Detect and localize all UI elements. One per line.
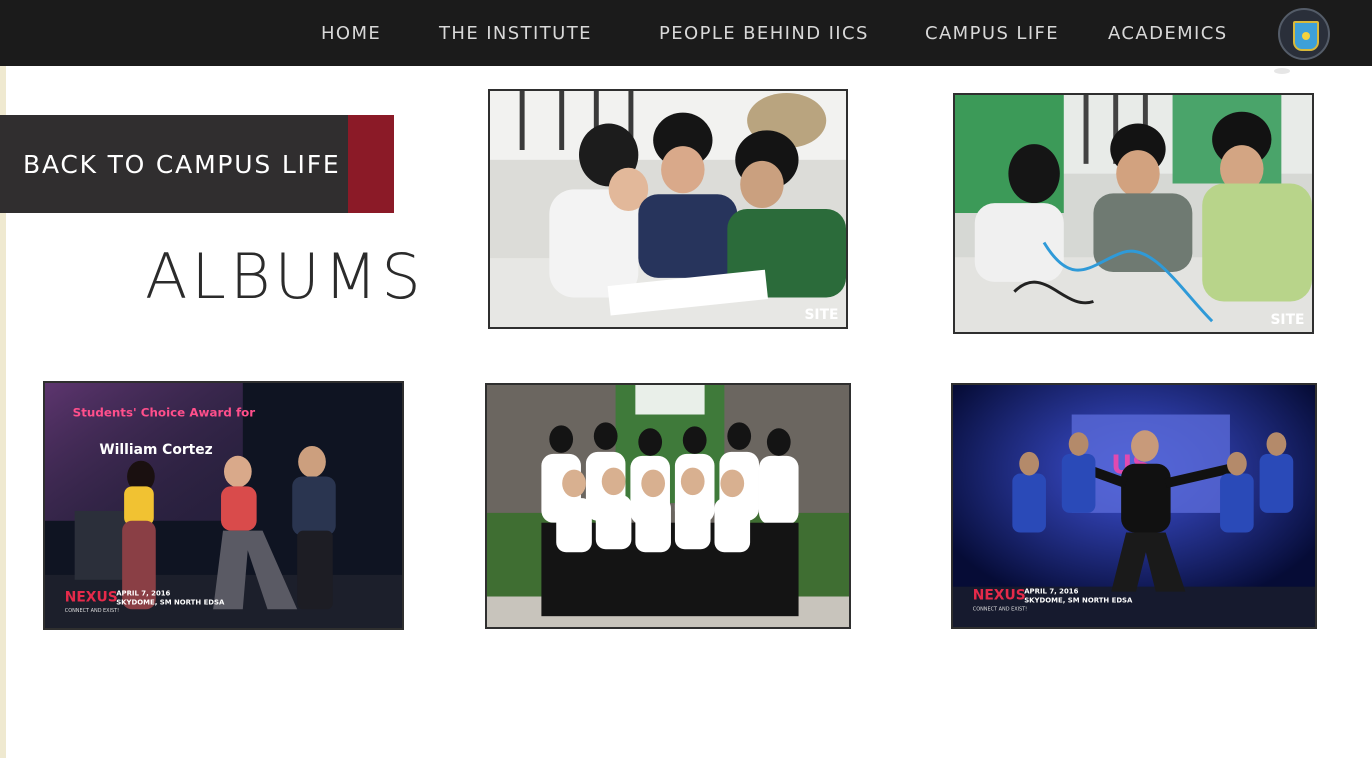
top-navbar: HOME THE INSTITUTE PEOPLE BEHIND IICS CA… (0, 0, 1372, 66)
ust-seal-logo[interactable] (1278, 8, 1330, 60)
album-thumbnail-1[interactable]: SITE (488, 89, 848, 329)
albums-heading: ALBUMS (145, 240, 425, 313)
back-button-label: BACK TO CAMPUS LIFE (23, 150, 341, 179)
album-photo-5: US NEXUS CONNECT AND EXIST! APRIL 7, 201… (953, 385, 1315, 627)
album-2-watermark: SITE (1270, 312, 1304, 328)
album-photo-2: SITE (955, 95, 1312, 332)
seal-shield-icon (1293, 21, 1319, 51)
album-1-watermark: SITE (804, 307, 838, 323)
album-3-event-logo: NEXUS (65, 589, 118, 605)
nav-the-institute[interactable]: THE INSTITUTE (439, 22, 592, 46)
logo-shadow (1274, 68, 1290, 74)
album-photo-4 (487, 385, 849, 627)
album-thumbnail-4[interactable] (485, 383, 851, 629)
album-3-event-date: APRIL 7, 2016 (116, 590, 170, 598)
album-thumbnail-5[interactable]: US NEXUS CONNECT AND EXIST! APRIL 7, 201… (951, 383, 1317, 629)
album-3-event-tagline: CONNECT AND EXIST! (65, 608, 119, 614)
back-button-accent (348, 115, 394, 213)
nav-home[interactable]: HOME (321, 22, 381, 46)
album-photo-1: SITE (490, 91, 846, 327)
back-to-campus-life-button[interactable]: BACK TO CAMPUS LIFE (0, 115, 348, 213)
album-3-event-venue: SKYDOME, SM NORTH EDSA (116, 598, 225, 606)
album-thumbnail-2[interactable]: SITE (953, 93, 1314, 334)
award-overlay-title: Students' Choice Award for (73, 405, 256, 419)
album-5-event-venue: SKYDOME, SM NORTH EDSA (1024, 596, 1133, 604)
nav-academics[interactable]: ACADEMICS (1108, 22, 1228, 46)
album-photo-3: Students' Choice Award for William Corte… (45, 383, 402, 628)
nav-campus-life[interactable]: CAMPUS LIFE (925, 22, 1059, 46)
album-5-event-tagline: CONNECT AND EXIST! (973, 606, 1027, 612)
seal-sun-icon (1302, 32, 1310, 40)
nav-people-behind-iics[interactable]: PEOPLE BEHIND IICS (659, 22, 869, 46)
album-5-event-logo: NEXUS (973, 587, 1026, 603)
album-thumbnail-3[interactable]: Students' Choice Award for William Corte… (43, 381, 404, 630)
award-overlay-name: William Cortez (99, 442, 212, 458)
album-5-event-date: APRIL 7, 2016 (1024, 588, 1078, 596)
